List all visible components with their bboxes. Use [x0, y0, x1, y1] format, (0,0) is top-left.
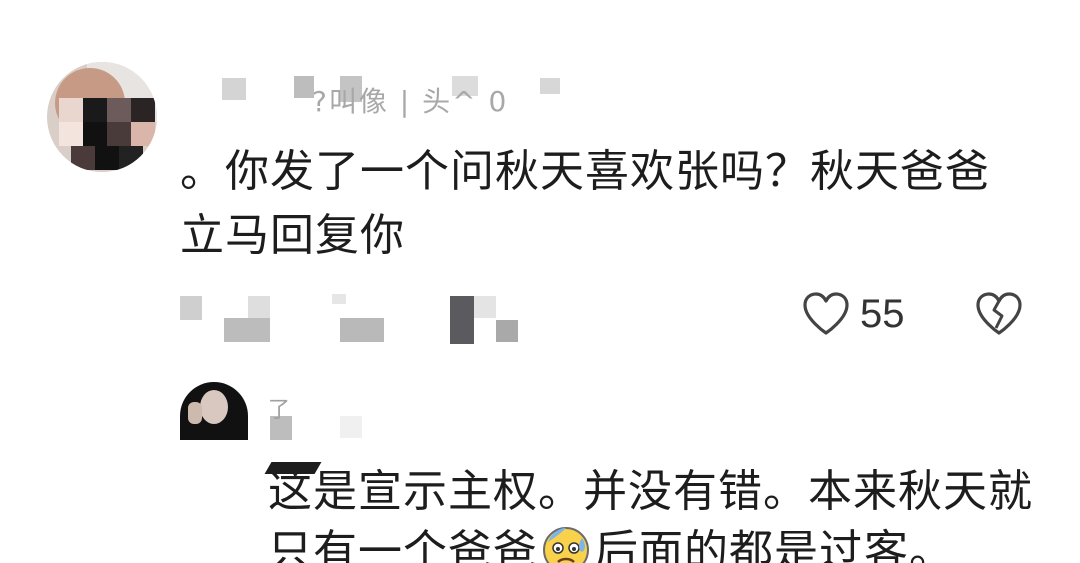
reply-avatar-face: [200, 390, 228, 424]
comment-text: 。你发了一个问秋天喜欢张吗？秋天爸爸立马回复你: [180, 146, 990, 261]
reply-username[interactable]: 了: [268, 392, 290, 424]
like-count: 55: [860, 291, 905, 336]
dislike-button[interactable]: [974, 290, 1024, 338]
like-button[interactable]: 55: [802, 288, 905, 340]
commenter-avatar[interactable]: [47, 62, 157, 172]
heart-outline-icon: [802, 291, 850, 337]
comment-meta-blur: [180, 294, 520, 344]
commenter-username[interactable]: ?叫像 | 头^ 0: [312, 80, 508, 120]
comment-thread: ?叫像 | 头^ 0 。你发了一个问秋天喜欢张吗？秋天爸爸立马回复你 55 了 …: [0, 0, 1080, 563]
broken-heart-icon: [976, 292, 1022, 335]
reply-avatar-hand: [188, 402, 202, 424]
reply-text: 这是宣示主权。并没有错。本来秋天就只有一个爸爸 后面的都是过客。: [268, 462, 1058, 563]
avatar-mosaic: [59, 98, 155, 172]
anxious-sweat-emoji-icon: [538, 524, 594, 563]
reply-text-after: 后面的都是过客。: [594, 526, 954, 563]
reply-avatar[interactable]: [180, 382, 248, 440]
